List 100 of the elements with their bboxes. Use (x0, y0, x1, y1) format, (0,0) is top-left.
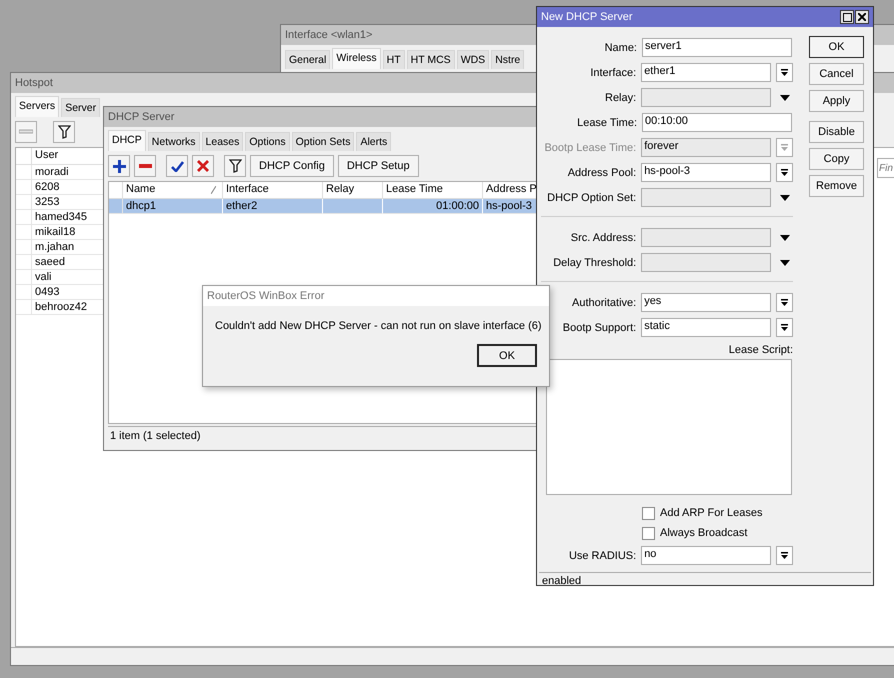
input-field[interactable]: yes (641, 293, 772, 312)
row-gutter-cell (16, 225, 32, 240)
dialog-button[interactable]: Disable (809, 121, 864, 143)
input-field[interactable]: static (641, 318, 772, 337)
disable-button[interactable] (192, 155, 214, 177)
enable-button[interactable] (166, 155, 188, 177)
tab[interactable]: Alerts (356, 132, 392, 151)
field-label: Relay: (604, 92, 636, 104)
toolbar-button[interactable]: DHCP Config (250, 155, 334, 177)
dialog-title-bar: RouterOS WinBox Error (203, 286, 549, 306)
dropdown-arrow-icon (780, 260, 790, 266)
table-cell: 01:00:00 (383, 199, 483, 214)
dialog-button[interactable]: Copy (809, 148, 864, 170)
x-icon (197, 160, 209, 172)
row-gutter-cell (16, 165, 32, 180)
dropdown-arrow-icon (780, 194, 790, 200)
row-gutter-cell (16, 240, 32, 255)
table-row[interactable]: dhcp1 ether2 01:00:00 hs-pool-3 (109, 199, 537, 214)
tab[interactable]: Leases (202, 132, 244, 151)
dropdown-button[interactable] (776, 163, 793, 182)
minus-icon (19, 129, 33, 135)
add-button[interactable] (108, 155, 130, 177)
dropdown-arrow-icon (780, 143, 790, 152)
dropdown-arrow-icon (780, 298, 790, 307)
tab[interactable]: Server (61, 98, 100, 117)
checkbox[interactable] (642, 506, 655, 520)
dialog-button[interactable]: OK (809, 36, 864, 58)
input-field[interactable] (641, 253, 772, 272)
field-label: Address Pool: (566, 166, 636, 178)
close-button[interactable] (855, 10, 869, 24)
checkbox-label: Always Broadcast (660, 527, 748, 539)
sort-icon (211, 186, 216, 194)
input-field[interactable]: no (641, 546, 772, 565)
input-field[interactable]: ether1 (641, 63, 772, 82)
table-cell: dhcp1 (123, 199, 223, 214)
toolbar-button[interactable]: DHCP Setup (338, 155, 419, 177)
dialog-button[interactable]: Cancel (809, 63, 864, 85)
input-field[interactable]: server1 (642, 38, 792, 57)
field-label: Delay Threshold: (552, 256, 636, 268)
dialog-button[interactable]: Remove (809, 175, 864, 197)
filter-button[interactable] (53, 121, 75, 143)
dropdown-button[interactable] (776, 63, 793, 82)
input-field[interactable]: 00:10:00 (642, 113, 792, 132)
field-label: Src. Address: (570, 232, 636, 244)
table-cell (323, 199, 383, 214)
tab[interactable]: Option Sets (292, 132, 354, 151)
row-gutter-cell (16, 270, 32, 285)
dialog-button[interactable]: Apply (809, 90, 864, 112)
checkbox[interactable] (642, 526, 655, 540)
field-label: Lease Time: (576, 116, 637, 128)
lease-script-field[interactable] (546, 359, 792, 495)
close-icon (858, 13, 866, 21)
row-gutter-cell (16, 195, 32, 210)
tab[interactable]: WDS (456, 50, 490, 69)
find-field[interactable]: Fin (877, 158, 894, 178)
row-gutter-cell (109, 199, 123, 214)
checkbox-label: Add ARP For Leases (660, 507, 763, 519)
dropdown-arrow-icon (780, 94, 790, 100)
input-field[interactable] (641, 188, 772, 207)
dropdown-arrow-icon (780, 68, 790, 77)
dropdown-arrow-icon (780, 168, 790, 177)
ok-button[interactable]: OK (477, 344, 537, 367)
filter-icon (58, 125, 70, 139)
status-bar: enabled (539, 572, 871, 590)
dropdown-arrow-icon (780, 551, 790, 560)
dropdown-arrow-icon (780, 323, 790, 332)
maximize-button[interactable] (840, 10, 854, 24)
tab[interactable]: HT (382, 50, 405, 69)
field-label: Lease Script: (728, 344, 793, 356)
dropdown-button[interactable] (776, 546, 793, 565)
input-field[interactable] (641, 88, 772, 107)
check-icon (170, 160, 184, 172)
row-gutter-cell (16, 180, 32, 195)
remove-button[interactable] (134, 155, 156, 177)
field-label: Bootp Lease Time: (543, 142, 636, 154)
dropdown-arrow-icon (780, 234, 790, 240)
tab[interactable]: DHCP (108, 130, 146, 151)
tab[interactable]: Options (245, 132, 290, 151)
tab[interactable]: Nstre (491, 50, 524, 69)
tab[interactable]: Wireless (332, 48, 381, 69)
window-title-bar: New DHCP Server (537, 7, 873, 27)
tab[interactable]: Servers (15, 96, 60, 117)
field-label: Authoritative: (570, 296, 636, 308)
row-gutter-cell (16, 285, 32, 300)
tab[interactable]: HT MCS (406, 50, 455, 69)
row-gutter-cell (16, 255, 32, 270)
minus-icon (138, 164, 152, 168)
row-gutter-cell (16, 210, 32, 225)
filter-button[interactable] (224, 155, 246, 177)
row-gutter-cell (16, 300, 32, 315)
filter-icon (228, 159, 242, 173)
dropdown-button[interactable] (776, 293, 793, 312)
field-label: Use RADIUS: (568, 550, 636, 562)
field-label: Bootp Support: (562, 322, 636, 334)
dropdown-button[interactable] (776, 318, 793, 337)
input-field[interactable]: hs-pool-3 (641, 163, 772, 182)
plus-icon (112, 160, 126, 172)
input-field[interactable] (641, 228, 772, 247)
tab[interactable]: Networks (148, 132, 200, 151)
tab[interactable]: General (285, 50, 330, 69)
